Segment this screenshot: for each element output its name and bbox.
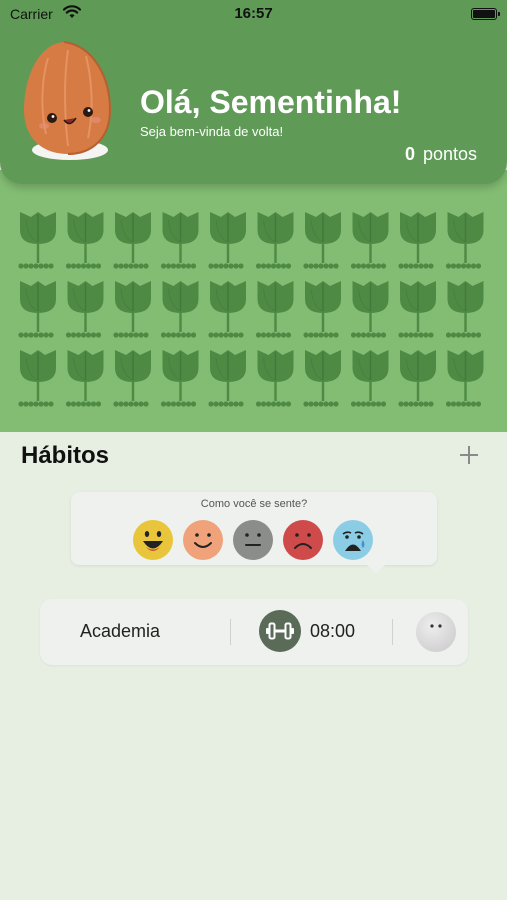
- garden-area: [0, 170, 507, 432]
- very-happy-face-icon[interactable]: [133, 520, 173, 560]
- plant-icon: [398, 212, 436, 269]
- plant-icon: [113, 350, 151, 407]
- happy-face-icon[interactable]: [183, 520, 223, 560]
- habits-title: Hábitos: [21, 442, 110, 469]
- plant-icon: [160, 350, 199, 407]
- plant-icon: [445, 350, 484, 407]
- mood-popup: Como você se sente?: [71, 492, 437, 574]
- divider: [392, 619, 393, 645]
- plant-icon: [18, 350, 56, 407]
- plant-icon: [303, 212, 341, 269]
- neutral-face-icon[interactable]: [233, 520, 273, 560]
- plant-icon: [18, 212, 56, 269]
- sad-face-icon[interactable]: [283, 520, 323, 560]
- blank-mood-face-icon[interactable]: [415, 611, 457, 653]
- clock: 16:57: [234, 5, 273, 22]
- points-label: pontos: [422, 144, 477, 164]
- plant-icon: [445, 212, 484, 269]
- divider: [230, 619, 231, 645]
- plant-icon: [208, 350, 246, 407]
- points-value: 0: [404, 144, 415, 164]
- plant-icon: [398, 350, 436, 407]
- plant-icon: [350, 350, 389, 407]
- plant-icon: [113, 281, 151, 338]
- points-counter: 0 pontos: [405, 144, 477, 165]
- plant-icon: [255, 350, 294, 407]
- plant-icon: [255, 212, 294, 269]
- plant-icon: [113, 212, 151, 269]
- plant-icon: [208, 281, 246, 338]
- plant-icon: [350, 212, 389, 269]
- plant-icon: [65, 212, 104, 269]
- add-habit-button[interactable]: [457, 443, 481, 467]
- mood-question: Como você se sente?: [200, 498, 308, 510]
- greeting-subtitle: Seja bem-vinda de volta!: [140, 124, 284, 139]
- plant-grid: [18, 212, 484, 407]
- plant-icon: [208, 212, 246, 269]
- habit-icon-badge: [259, 610, 301, 652]
- dumbbell-icon: [266, 622, 294, 640]
- battery-icon: [471, 8, 500, 20]
- plant-icon: [350, 281, 389, 338]
- status-bar: Carrier 16:57: [0, 0, 507, 28]
- scared-face-icon[interactable]: [333, 520, 373, 560]
- habit-card[interactable]: Academia 08:00: [40, 599, 468, 665]
- plant-icon: [18, 281, 56, 338]
- plant-icon: [65, 350, 104, 407]
- plant-icon: [398, 281, 436, 338]
- plant-icon: [303, 281, 341, 338]
- plant-icon: [160, 212, 199, 269]
- plant-icon: [303, 350, 341, 407]
- habit-name: Academia: [80, 621, 161, 641]
- habit-time: 08:00: [310, 621, 356, 641]
- almond-mascot-icon: [24, 41, 112, 160]
- plant-icon: [160, 281, 199, 338]
- plant-icon: [255, 281, 294, 338]
- plant-icon: [65, 281, 104, 338]
- greeting-title: Olá, Sementinha!: [140, 84, 402, 120]
- plant-icon: [445, 281, 484, 338]
